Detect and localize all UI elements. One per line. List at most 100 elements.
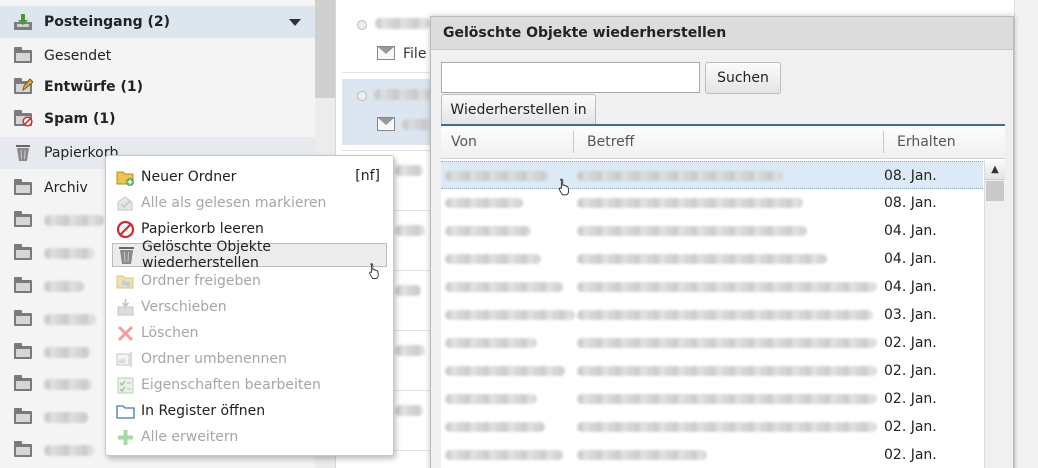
folder-inbox[interactable]: Posteingang (2): [0, 6, 315, 38]
menu-item-rename-folder[interactable]: ab Ordner umbenennen: [112, 347, 387, 371]
blurred-text: [445, 171, 549, 181]
folder-spam[interactable]: Spam (1): [0, 103, 315, 135]
search-button[interactable]: Suchen: [705, 62, 781, 94]
blurred-text: [577, 338, 877, 348]
deleted-items-grid: Von Betreff Erhalten 08. Jan. 08. Jan. 0…: [441, 124, 1005, 468]
expand-plus-icon: [116, 428, 135, 447]
spam-icon: [13, 110, 33, 128]
menu-item-open-in-tab[interactable]: In Register öffnen: [112, 399, 387, 423]
blurred-text: [577, 366, 877, 376]
menu-item-label: Löschen: [141, 325, 199, 341]
blurred-text: [395, 285, 421, 296]
unread-dot-icon[interactable]: [357, 20, 367, 30]
blurred-text: [577, 171, 783, 181]
column-divider[interactable]: [573, 131, 574, 153]
received-date: 02. Jan.: [884, 391, 937, 407]
menu-item-label: Eigenschaften bearbeiten: [141, 377, 321, 393]
menu-item-label: Alle als gelesen markieren: [141, 195, 327, 211]
table-row[interactable]: 04. Jan.: [441, 273, 983, 301]
blurred-text: [445, 310, 575, 320]
trash-icon: [13, 144, 33, 162]
folder-icon: [13, 310, 33, 328]
table-row[interactable]: 03. Jan.: [441, 301, 983, 329]
trash-icon: [117, 246, 136, 265]
blurred-text: [445, 450, 563, 460]
inbox-download-icon: [13, 13, 33, 31]
table-row[interactable]: 02. Jan.: [441, 385, 983, 413]
folder-icon: [13, 408, 33, 426]
grid-scroll-thumb[interactable]: [986, 181, 1004, 201]
table-row[interactable]: 02. Jan.: [441, 441, 983, 468]
menu-item-restore-deleted[interactable]: Gelöschte Objekte wiederherstellen: [112, 239, 387, 271]
folder-icon: [13, 277, 33, 295]
folder-sent[interactable]: Gesendet: [0, 40, 315, 72]
received-date: 08. Jan.: [884, 168, 937, 184]
table-row[interactable]: 02. Jan.: [441, 329, 983, 357]
sent-folder-icon: [13, 47, 33, 65]
search-input[interactable]: [441, 62, 700, 93]
drafts-pencil-icon: [13, 78, 33, 96]
menu-item-expand-all[interactable]: Alle erweitern: [112, 425, 387, 449]
table-row[interactable]: 02. Jan.: [441, 413, 983, 441]
folder-label: Gesendet: [44, 48, 112, 64]
blurred-text: [445, 226, 531, 236]
blurred-text: [374, 89, 432, 100]
sidebar-scroll-thumb[interactable]: [315, 0, 335, 98]
table-row[interactable]: 04. Jan.: [441, 245, 983, 273]
menu-item-new-folder[interactable]: Neuer Ordner [nf]: [112, 165, 387, 189]
table-row[interactable]: 02. Jan.: [441, 357, 983, 385]
menu-item-mark-all-read[interactable]: Alle als gelesen markieren: [112, 191, 387, 215]
new-folder-icon: [116, 168, 135, 187]
table-row[interactable]: 04. Jan.: [441, 217, 983, 245]
divider: [342, 72, 432, 73]
chevron-down-icon[interactable]: [289, 19, 301, 26]
blurred-text: [577, 422, 877, 432]
received-date: 03. Jan.: [884, 307, 937, 323]
grid-scrollbar[interactable]: ▲: [984, 160, 1005, 468]
menu-item-delete[interactable]: Löschen: [112, 321, 387, 345]
share-folder-icon: [116, 272, 135, 291]
folder-icon: [13, 211, 33, 229]
reading-pane-scrollbar[interactable]: [1014, 0, 1038, 468]
mail-subject: File: [403, 46, 427, 62]
column-header-from[interactable]: Von: [441, 126, 573, 159]
received-date: 04. Jan.: [884, 223, 937, 239]
column-header-subject[interactable]: Betreff: [577, 126, 877, 159]
delete-x-icon: [116, 324, 135, 343]
unread-dot-icon[interactable]: [357, 91, 367, 101]
folder-icon: [13, 343, 33, 361]
menu-item-move[interactable]: Verschieben: [112, 295, 387, 319]
blurred-text: [577, 226, 807, 236]
blurred-text: [395, 345, 425, 356]
blurred-text: [44, 280, 84, 292]
column-divider[interactable]: [883, 131, 884, 153]
folder-icon: [13, 441, 33, 459]
dialog-title: Gelöschte Objekte wiederherstellen: [431, 17, 1013, 50]
received-date: 04. Jan.: [884, 279, 937, 295]
received-date: 08. Jan.: [884, 195, 937, 211]
menu-item-label: Neuer Ordner: [141, 169, 237, 185]
menu-item-label: Verschieben: [141, 299, 227, 315]
menu-item-share-folder[interactable]: Ordner freigeben: [112, 269, 387, 293]
table-row[interactable]: 08. Jan.: [441, 189, 983, 217]
hand-cursor-icon: [369, 263, 379, 279]
properties-icon: [116, 376, 135, 395]
scroll-up-arrow-icon[interactable]: ▲: [985, 160, 1005, 180]
received-date: 02. Jan.: [884, 363, 937, 379]
folder-drafts[interactable]: Entwürfe (1): [0, 71, 315, 103]
received-date: 04. Jan.: [884, 251, 937, 267]
menu-item-empty-trash[interactable]: Papierkorb leeren: [112, 217, 387, 241]
received-date: 02. Jan.: [884, 335, 937, 351]
blurred-text: [445, 366, 565, 376]
blurred-text: [44, 247, 94, 259]
mail-item-selected[interactable]: [342, 79, 438, 145]
column-header-received[interactable]: Erhalten: [887, 126, 985, 159]
table-row-selected[interactable]: 08. Jan.: [441, 161, 983, 189]
mail-item[interactable]: File: [342, 0, 438, 72]
blurred-text: [445, 282, 563, 292]
menu-item-edit-properties[interactable]: Eigenschaften bearbeiten: [112, 373, 387, 397]
menu-item-label: Ordner freigeben: [141, 273, 261, 289]
restore-deleted-dialog: Gelöschte Objekte wiederherstellen Suche…: [430, 16, 1014, 468]
restore-in-button[interactable]: Wiederherstellen in: [441, 94, 596, 126]
blurred-text: [395, 165, 423, 176]
